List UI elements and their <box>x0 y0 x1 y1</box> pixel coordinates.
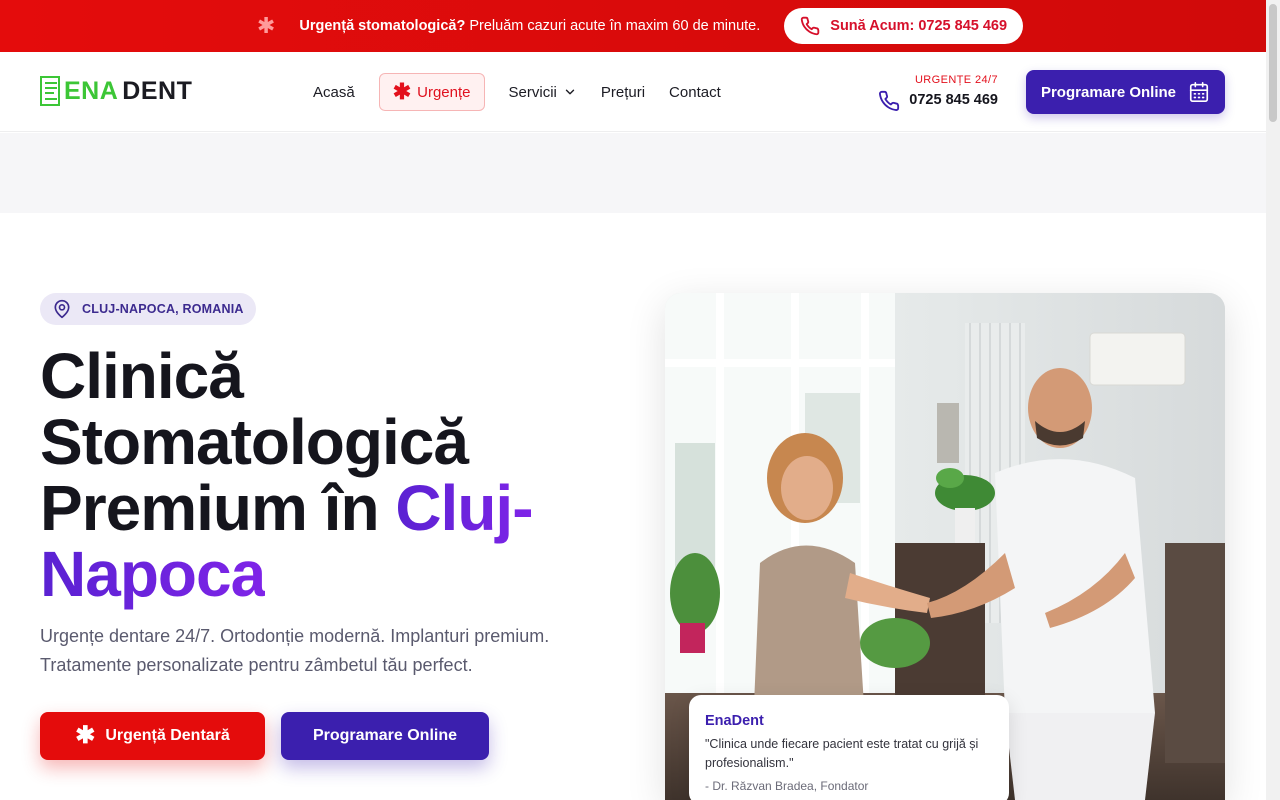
urgent-banner: ✱ Urgență stomatologică? Preluăm cazuri … <box>0 0 1280 52</box>
phone-icon <box>801 16 820 36</box>
urgent-message: Urgență stomatologică? Preluăm cazuri ac… <box>299 18 760 34</box>
urgent-dental-label: Urgență Dentară <box>105 727 230 744</box>
urgent-message-bold: Urgență stomatologică? <box>299 18 466 34</box>
hero-title-line1: Clinică <box>40 340 244 412</box>
phone-number: 0725 845 469 <box>909 92 998 108</box>
testimonial-text: "Clinica unde fiecare pacient este trata… <box>705 737 979 770</box>
call-now-button[interactable]: Sună Acum: 0725 845 469 <box>784 8 1024 44</box>
urgent-dental-button[interactable]: ✱ Urgență Dentară <box>40 712 265 760</box>
header-booking-label: Programare Online <box>1040 83 1177 101</box>
hero-title: Clinică Stomatologică Premium în Cluj- N… <box>40 343 600 607</box>
online-booking-button[interactable]: Programare Online <box>281 712 489 760</box>
chevron-down-icon <box>565 89 575 95</box>
logo-text-dent: DENT <box>122 76 193 105</box>
page-scrollbar[interactable] <box>1266 0 1280 800</box>
location-badge: CLUJ-NAPOCA, ROMANIA <box>40 293 256 325</box>
nav-prices[interactable]: Prețuri <box>601 73 645 111</box>
site-header: ENA DENT Acasă ✱ Urgențe Servicii Prețur… <box>0 52 1266 132</box>
phone-icon <box>879 90 900 111</box>
hero-subtitle: Urgențe dentare 24/7. Ortodonție modernă… <box>40 626 550 675</box>
nav-services[interactable]: Servicii <box>509 73 577 111</box>
hero-title-line3: Premium în <box>40 472 396 544</box>
hero-title-accent1: Cluj- <box>395 472 533 544</box>
location-text: CLUJ-NAPOCA, ROMANIA <box>82 302 244 316</box>
asterisk-icon: ✱ <box>392 79 412 104</box>
nav-services-label: Servicii <box>508 83 557 101</box>
header-spacer-band <box>0 133 1266 213</box>
asterisk-icon: ✱ <box>75 722 96 749</box>
hero-title-accent2: Napoca <box>40 538 266 610</box>
hero-title-line2: Stomatologică <box>40 406 469 478</box>
nav-urgent[interactable]: ✱ Urgențe <box>378 73 485 111</box>
call-now-label: Sună Acum: 0725 845 469 <box>830 18 1008 34</box>
phone-label: URGENȚE 24/7 <box>914 74 998 86</box>
scrollbar-thumb[interactable] <box>1269 4 1277 122</box>
calendar-icon <box>1189 82 1209 102</box>
header-booking-button[interactable]: Programare Online <box>1026 70 1225 114</box>
logo-mark-icon <box>40 76 60 106</box>
header-phone[interactable]: URGENȚE 24/7 0725 845 469 <box>878 74 1000 114</box>
asterisk-icon: ✱ <box>256 13 276 38</box>
testimonial-name: EnaDent <box>705 713 764 729</box>
testimonial-author: - Dr. Răzvan Bradea, Fondator <box>705 779 869 793</box>
nav-contact[interactable]: Contact <box>669 73 721 111</box>
nav-home[interactable]: Acasă <box>313 73 355 111</box>
urgent-message-text: Preluăm cazuri acute în maxim 60 de minu… <box>465 18 761 34</box>
testimonial-card: EnaDent "Clinica unde fiecare pacient es… <box>689 695 1009 800</box>
location-pin-icon <box>54 299 70 319</box>
main-nav: Acasă ✱ Urgențe Servicii Prețuri Contact <box>313 73 745 111</box>
logo-text-ena: ENA <box>64 76 119 105</box>
nav-urgent-label: Urgențe <box>417 83 471 101</box>
logo[interactable]: ENA DENT <box>40 76 192 106</box>
